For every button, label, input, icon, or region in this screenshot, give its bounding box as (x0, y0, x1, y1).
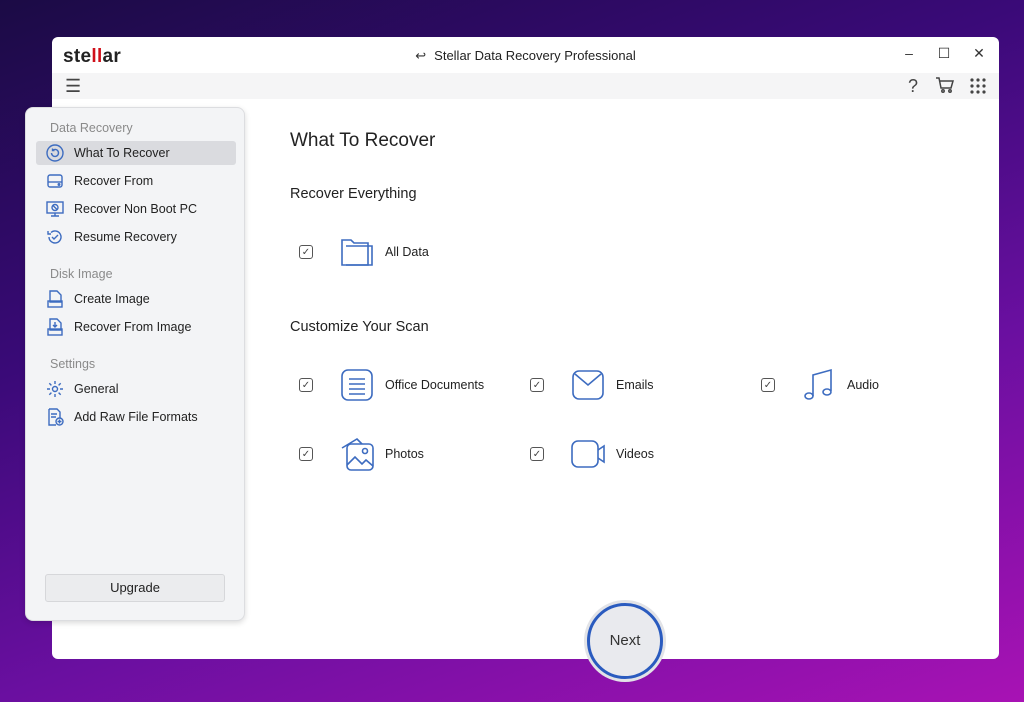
envelope-icon (572, 370, 604, 400)
recover-image-icon (47, 318, 63, 336)
drive-icon (47, 174, 63, 188)
sidebar-item-general[interactable]: General (36, 377, 236, 401)
video-camera-icon (571, 440, 605, 468)
photos-icon (341, 437, 374, 471)
back-arrow-icon[interactable]: ↩ (415, 48, 426, 63)
gear-icon (47, 381, 63, 397)
cart-icon[interactable] (935, 76, 955, 99)
title-bar: stellar ↩ Stellar Data Recovery Professio… (52, 37, 999, 73)
section-settings: Settings (50, 357, 96, 371)
emails-checkbox[interactable]: ✓ (530, 378, 544, 392)
minimize-button[interactable]: – (899, 45, 919, 61)
hamburger-menu-icon[interactable]: ☰ (65, 76, 81, 97)
all-data-checkbox[interactable]: ✓ (299, 245, 313, 259)
sidebar-item-recover-from-image[interactable]: Recover From Image (36, 315, 236, 339)
option-all-data[interactable]: ✓ All Data (299, 234, 429, 270)
window-title: Stellar Data Recovery Professional (434, 48, 636, 63)
option-audio[interactable]: ✓ Audio (761, 367, 879, 403)
next-button[interactable]: Next (587, 603, 663, 679)
audio-checkbox[interactable]: ✓ (761, 378, 775, 392)
resume-check-icon (47, 230, 62, 244)
sidebar-item-recover-from[interactable]: Recover From (36, 169, 236, 193)
close-button[interactable]: ✕ (969, 45, 989, 62)
option-videos[interactable]: ✓ Videos (530, 436, 654, 472)
recover-everything-heading: Recover Everything (290, 186, 417, 202)
page-title: What To Recover (290, 130, 436, 151)
sidebar-item-add-raw-file-formats[interactable]: Add Raw File Formats (36, 405, 236, 429)
option-emails[interactable]: ✓ Emails (530, 367, 654, 403)
option-office-documents[interactable]: ✓ Office Documents (299, 367, 484, 403)
add-file-icon (48, 408, 64, 426)
section-data-recovery: Data Recovery (50, 121, 133, 135)
help-icon[interactable]: ? (908, 76, 918, 97)
toolbar: ☰ ? (52, 73, 999, 99)
sidebar-item-what-to-recover[interactable]: What To Recover (36, 141, 236, 165)
maximize-button[interactable]: ☐ (934, 45, 954, 62)
monitor-blocked-icon (46, 201, 64, 217)
photos-checkbox[interactable]: ✓ (299, 447, 313, 461)
sidebar: Data Recovery What To Recover Recover Fr… (25, 107, 245, 621)
office-documents-checkbox[interactable]: ✓ (299, 378, 313, 392)
sidebar-item-recover-non-boot-pc[interactable]: Recover Non Boot PC (36, 197, 236, 221)
sidebar-item-resume-recovery[interactable]: Resume Recovery (36, 225, 236, 249)
music-note-icon (804, 368, 832, 400)
apps-grid-icon[interactable] (970, 78, 986, 99)
customize-scan-heading: Customize Your Scan (290, 319, 429, 335)
option-photos[interactable]: ✓ Photos (299, 436, 424, 472)
videos-checkbox[interactable]: ✓ (530, 447, 544, 461)
section-disk-image: Disk Image (50, 267, 113, 281)
folder-icon (341, 239, 373, 266)
document-icon (341, 369, 373, 401)
create-image-icon (47, 290, 63, 308)
sidebar-item-create-image[interactable]: Create Image (36, 287, 236, 311)
recover-circle-icon (46, 144, 64, 162)
upgrade-button[interactable]: Upgrade (45, 574, 225, 602)
